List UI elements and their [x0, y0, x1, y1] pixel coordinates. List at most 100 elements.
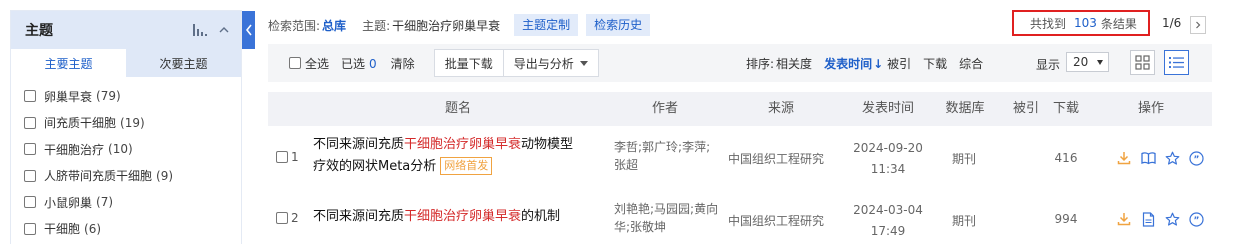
tab-primary-topic[interactable]: 主要主题 — [11, 49, 126, 77]
topic-filter-item[interactable]: 干细胞 (6) — [11, 216, 241, 243]
sort-options: 排序: 相关度 发表时间↓ 被引 下载 综合 — [746, 44, 983, 82]
article-title-link[interactable]: 不同来源间充质干细胞治疗卵巢早衰动物模型 疗效的网状Meta分析 网络首发 — [313, 134, 573, 178]
author-cell[interactable]: 李哲;郭广玲;李萍; 张超 — [614, 138, 724, 174]
sort-cited[interactable]: 被引 — [887, 55, 911, 72]
source-link[interactable]: 中国组织工程研究 — [728, 212, 824, 229]
list-view-icon — [1169, 57, 1184, 68]
download-icon[interactable] — [1116, 211, 1132, 227]
cite-quote-icon[interactable]: ” — [1188, 150, 1204, 166]
pdf-download-icon[interactable] — [1140, 211, 1156, 227]
download-icon[interactable] — [1116, 150, 1132, 166]
publish-date: 2024-09-20 — [853, 141, 923, 155]
search-info-bar: 检索范围: 总库 主题: 干细胞治疗卵巢早衰 主题定制 检索历史 共找到 103… — [268, 10, 1212, 40]
statistics-icon[interactable] — [193, 24, 207, 36]
sidebar-header: 主题 — [11, 11, 241, 49]
search-history-button[interactable]: 检索历史 — [586, 14, 651, 36]
svg-text:”: ” — [1193, 216, 1199, 226]
topic-count: (7) — [96, 195, 114, 210]
topic-label: 卵巢早衰 — [44, 89, 93, 104]
topic-label: 小鼠卵巢 — [44, 195, 93, 210]
topic-filter-item[interactable]: 卵巢早衰 (79) — [11, 83, 241, 110]
topic-filter-item[interactable]: 间充质干细胞 (19) — [11, 110, 241, 137]
author-line[interactable]: 张超 — [614, 156, 724, 174]
topic-filter-item[interactable]: 干细胞治疗 (10) — [11, 136, 241, 163]
tab-secondary-topic[interactable]: 次要主题 — [126, 49, 241, 77]
table-row: 1 不同来源间充质干细胞治疗卵巢早衰动物模型 疗效的网状Meta分析 网络首发 李… — [268, 130, 1212, 188]
topic-checkbox[interactable] — [24, 90, 36, 103]
topic-count: (19) — [120, 115, 145, 130]
result-suffix: 条结果 — [1100, 16, 1137, 31]
result-count: 103 — [1074, 16, 1097, 30]
topic-list: 卵巢早衰 (79) 间充质干细胞 (19) 干细胞治疗 (10) 人脐带间充质干细胞(… — [11, 77, 241, 242]
batch-download-button[interactable]: 批量下载 — [433, 49, 504, 77]
sort-downloads[interactable]: 下载 — [923, 55, 947, 72]
author-cell[interactable]: 刘艳艳;马园园;黄向 华;张敬坤 — [614, 200, 724, 236]
svg-text:”: ” — [1193, 155, 1199, 165]
sidebar-title: 主题 — [25, 23, 53, 39]
sort-publish-date[interactable]: 发表时间↓ — [824, 55, 883, 72]
grid-view-button[interactable] — [1130, 50, 1155, 75]
scope-label: 检索范围: — [268, 18, 321, 33]
result-prefix: 共找到 — [1030, 16, 1067, 31]
caret-down-icon — [579, 60, 588, 66]
sidebar-collapse-button[interactable] — [242, 11, 255, 49]
publish-date-cell: 2024-09-20 11:34 — [848, 138, 928, 180]
export-analyze-dropdown[interactable]: 导出与分析 — [503, 49, 599, 77]
chevron-up-icon[interactable] — [219, 25, 229, 35]
read-online-icon[interactable] — [1140, 150, 1156, 166]
topic-label: 干细胞治疗 — [44, 142, 105, 157]
column-header-date: 发表时间 — [861, 101, 914, 116]
topic-filter-item[interactable]: 人脐带间充质干细胞 (9) — [11, 163, 241, 190]
topic-label: 人脐带间充质干细胞 — [44, 169, 153, 184]
database-cell: 期刊 — [951, 152, 976, 166]
page-indicator: 1/6 — [1162, 16, 1182, 30]
title-text: 动物模型 — [521, 137, 574, 152]
topic-count: (10) — [108, 142, 133, 157]
topic-count: (79) — [96, 89, 121, 104]
topic-checkbox[interactable] — [24, 169, 36, 182]
scope-value[interactable]: 总库 — [322, 17, 346, 34]
topic-checkbox[interactable] — [24, 143, 36, 156]
topic-checkbox[interactable] — [24, 196, 36, 209]
row-select[interactable]: 1 — [276, 150, 299, 164]
source-link[interactable]: 中国组织工程研究 — [728, 150, 824, 167]
topic-label: 干细胞 — [44, 222, 81, 237]
row-checkbox[interactable] — [276, 151, 288, 163]
article-title-line: 不同来源间充质干细胞治疗卵巢早衰动物模型 — [313, 134, 573, 156]
sort-relevance[interactable]: 相关度 — [776, 55, 812, 72]
title-text: 不同来源间充质 — [313, 137, 405, 152]
list-view-button[interactable] — [1164, 50, 1189, 75]
column-header-database: 数据库 — [945, 101, 985, 116]
topic-filter-item[interactable]: 小鼠卵巢 (7) — [11, 189, 241, 216]
topic-checkbox[interactable] — [24, 116, 36, 129]
page-size-select[interactable]: 20 — [1066, 52, 1109, 72]
cite-quote-icon[interactable]: ” — [1188, 211, 1204, 227]
clear-selection-button[interactable]: 清除 — [391, 55, 415, 72]
favorite-star-icon[interactable] — [1164, 211, 1180, 227]
author-line[interactable]: 华;张敬坤 — [614, 218, 724, 236]
selected-count-text: 已选 0 — [341, 55, 377, 72]
topic-checkbox[interactable] — [24, 222, 36, 235]
batch-download-label: 批量下载 — [444, 56, 493, 71]
topic-count: (6) — [84, 221, 102, 236]
author-line[interactable]: 李哲;郭广玲;李萍; — [614, 138, 724, 156]
sort-comprehensive[interactable]: 综合 — [959, 55, 983, 72]
row-checkbox[interactable] — [276, 212, 288, 224]
article-title-link[interactable]: 不同来源间充质干细胞治疗卵巢早衰的机制 — [313, 206, 560, 228]
author-line[interactable]: 刘艳艳;马园园;黄向 — [614, 200, 724, 218]
select-all-checkbox[interactable]: 全选 — [289, 55, 329, 72]
topic-count: (9) — [156, 168, 174, 183]
next-page-button[interactable] — [1190, 16, 1206, 34]
selected-label: 已选 — [341, 56, 366, 71]
topic-custom-button[interactable]: 主题定制 — [514, 14, 579, 36]
topic-label: 主题: — [362, 18, 391, 33]
online-first-badge[interactable]: 网络首发 — [440, 157, 493, 175]
row-operations: ” — [1116, 211, 1204, 227]
row-select[interactable]: 2 — [276, 211, 299, 225]
title-highlight: 干细胞治疗卵巢早衰 — [404, 209, 522, 224]
page-size-label: 显示 — [1036, 58, 1061, 72]
publish-time: 17:49 — [870, 224, 906, 238]
select-all-box[interactable] — [289, 57, 301, 69]
favorite-star-icon[interactable] — [1164, 150, 1180, 166]
selected-count[interactable]: 0 — [369, 57, 377, 71]
